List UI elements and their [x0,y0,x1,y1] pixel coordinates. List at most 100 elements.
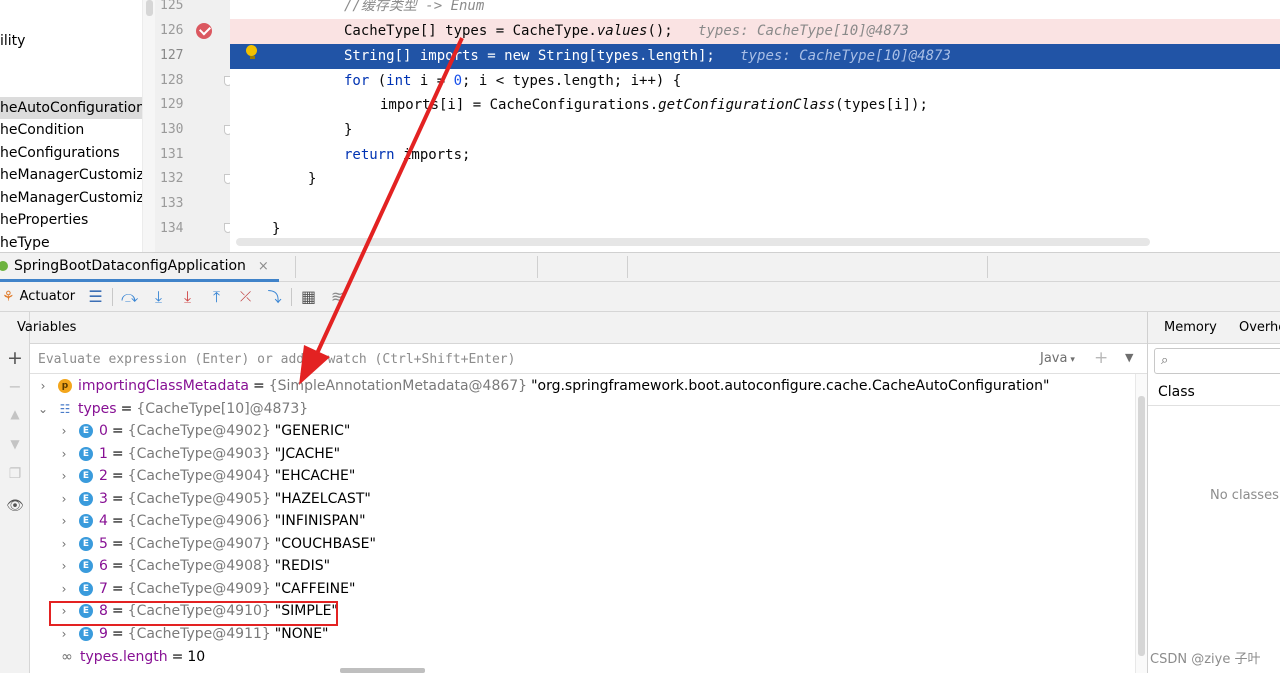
line-number: 126 [160,23,184,38]
memory-panel: Memory Overhe ⌕ Class No classes [1147,312,1280,673]
code-line-128: for (int i = 0; i < types.length; i++) { [230,69,1280,94]
element-value: "NONE" [274,626,329,643]
tab-memory[interactable]: Memory [1164,320,1217,335]
run-to-cursor-icon[interactable]: ⤵ [260,285,289,309]
language-selector[interactable]: Java ▾ [1040,351,1075,366]
expand-arrow-icon[interactable]: › [57,533,71,555]
scroll-thumb[interactable] [1138,396,1145,656]
scroll-thumb[interactable] [146,0,153,16]
step-over-icon[interactable]: ⤓ [144,285,173,309]
enum-icon: E [79,559,93,574]
code-text: ( [369,73,387,89]
code-keyword: for [344,73,370,89]
memory-tab-bar: Memory Overhe [1148,312,1280,344]
step-out-icon[interactable]: ⤒ [202,285,231,309]
actuator-label: Actuator [19,289,76,304]
array-element-row[interactable]: › E 4 = {CacheType@4906} "INFINISPAN" [57,510,366,533]
expand-arrow-icon[interactable]: › [57,555,71,577]
tab-overhead[interactable]: Overhe [1239,320,1280,335]
element-value: "COUCHBASE" [274,536,376,553]
expand-arrow-icon[interactable]: › [57,623,71,645]
element-value: "REDIS" [274,558,331,575]
lightbulb-icon[interactable] [246,45,258,59]
add-watch-icon[interactable]: + [0,346,30,370]
tree-item[interactable]: heManagerCustomizers [0,187,155,209]
memory-search-input[interactable]: ⌕ [1154,348,1280,374]
evaluate-bar: Java ▾ + ▼ [30,344,1147,374]
array-element-row[interactable]: › E 6 = {CacheType@4908} "REDIS" [57,555,330,578]
memory-empty-text: No classes [1210,488,1279,503]
history-dropdown-icon[interactable]: ▼ [1125,351,1133,364]
element-value: "HAZELCAST" [274,491,371,508]
enum-icon: E [79,492,93,507]
collapse-arrow-icon[interactable]: ⌄ [36,398,50,420]
array-element-row[interactable]: › E 5 = {CacheType@4907} "COUCHBASE" [57,533,376,556]
code-keyword: int [386,73,412,89]
tree-item[interactable]: ility [0,30,25,52]
expand-arrow-icon[interactable]: › [57,420,71,442]
actuator-tab[interactable]: ⚘ Actuator [0,285,81,309]
expand-arrow-icon[interactable]: › [57,510,71,532]
tree-item[interactable]: heManagerCustomizer [0,164,155,186]
code-editor[interactable]: //缓存类型 -> Enum CacheType[] types = Cache… [230,0,1280,252]
array-element-row[interactable]: › E 2 = {CacheType@4904} "EHCACHE" [57,465,356,488]
tree-item[interactable]: heConfigurations [0,142,120,164]
column-class[interactable]: Class [1158,384,1195,400]
tree-item-selected[interactable]: heAutoConfiguration [0,97,155,119]
expand-arrow-icon[interactable]: › [36,375,50,397]
tree-item[interactable]: heProperties [0,209,88,231]
breakpoint-icon[interactable] [196,23,212,39]
move-up-icon[interactable]: ▲ [0,402,30,426]
editor-horizontal-scrollbar[interactable] [236,238,1150,246]
expand-arrow-icon[interactable]: › [57,488,71,510]
element-value: "GENERIC" [274,423,351,440]
code-method: getConfigurationClass [658,97,836,113]
array-element-row[interactable]: › E 3 = {CacheType@4905} "HAZELCAST" [57,488,371,511]
step-into-icon[interactable]: ⤓ [173,285,202,309]
expand-arrow-icon[interactable]: › [57,578,71,600]
copy-icon[interactable]: ❐ [0,462,30,486]
remove-watch-icon[interactable]: − [0,374,30,398]
close-icon[interactable]: × [258,259,269,274]
code-comment: //缓存类型 -> Enum [344,0,485,14]
threads-menu-icon[interactable]: ☰ [81,285,110,309]
element-index: 1 [99,446,108,463]
expand-arrow-icon[interactable]: › [57,443,71,465]
array-element-row[interactable]: › E 9 = {CacheType@4911} "NONE" [57,623,329,646]
evaluate-icon[interactable]: ▦ [294,285,323,309]
array-icon: ☷ [59,402,71,417]
array-element-row[interactable]: › E 1 = {CacheType@4903} "JCACHE" [57,443,340,466]
view-options-icon[interactable]: 👁 [0,494,30,518]
enum-icon: E [79,469,93,484]
variable-row[interactable]: ⌄ ☷ types = {CacheType[10]@4873} [36,398,308,421]
element-value: "EHCACHE" [274,468,356,485]
debug-tab-bar: SpringBootDataconfigApplication × [0,252,1280,282]
code-text: String[] imports = new String[types.leng… [344,48,715,64]
array-element-row[interactable]: › E 7 = {CacheType@4909} "CAFFEINE" [57,578,356,601]
expand-arrow-icon[interactable]: › [57,465,71,487]
variable-row[interactable]: › p importingClassMetadata = {SimpleAnno… [36,375,1050,398]
trace-icon[interactable]: ≋ [323,285,352,309]
language-label: Java [1040,351,1068,366]
horizontal-scrollbar[interactable] [340,668,425,673]
tree-scrollbar[interactable] [142,0,155,252]
code-method: values [596,23,648,39]
tree-item[interactable]: heCondition [0,119,84,141]
tree-item[interactable]: heType [0,232,50,252]
watch-row[interactable]: ∞ types.length = 10 [56,646,205,669]
element-index: 5 [99,536,108,553]
variables-scrollbar[interactable] [1135,374,1147,673]
code-keyword: return [344,147,395,163]
debug-session-tab[interactable]: SpringBootDataconfigApplication × [0,253,279,282]
show-execution-point-icon[interactable]: ⤼ [115,285,144,309]
move-down-icon[interactable]: ▼ [0,432,30,456]
enum-icon: E [79,582,93,597]
drop-frame-icon[interactable]: ⤫ [231,285,260,309]
array-element-row[interactable]: › E 0 = {CacheType@4902} "GENERIC" [57,420,351,443]
project-tree: ility heAutoConfiguration heCondition he… [0,0,155,252]
code-line-130: } [344,122,353,138]
evaluate-expression-input[interactable] [38,348,1028,370]
code-line-125: //缓存类型 -> Enum [230,0,1280,19]
add-watch-icon[interactable]: + [1094,348,1108,368]
watch-value: 10 [187,649,206,666]
